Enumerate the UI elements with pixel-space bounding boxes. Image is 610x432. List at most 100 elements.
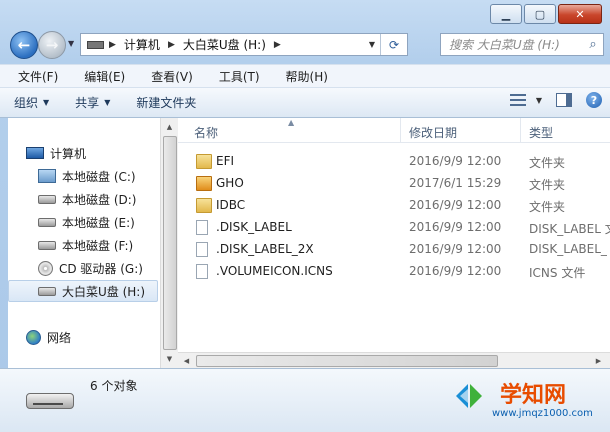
file-icon xyxy=(196,264,208,279)
file-type: ICNS 文件 xyxy=(529,266,586,280)
watermark: 学知网 www.jmqz1000.com xyxy=(454,375,604,425)
nav-network-label: 网络 xyxy=(47,330,72,345)
file-row-disk-label-2x[interactable]: .DISK_LABEL_2X 2016/9/9 12:00 DISK_LABEL… xyxy=(178,238,610,260)
chevron-right-icon[interactable]: ▶ xyxy=(106,40,119,50)
horizontal-scrollbar[interactable]: ◀ ▶ xyxy=(178,352,610,369)
nav-network[interactable]: 网络 xyxy=(26,326,71,348)
forward-button[interactable]: → xyxy=(38,31,66,59)
nav-drive-label: 本地磁盘 (C:) xyxy=(62,169,136,184)
organize-button[interactable]: 组织 ▼ xyxy=(0,94,61,111)
navigation-pane-scrollbar[interactable]: ▲ ▼ xyxy=(160,118,178,368)
nav-computer[interactable]: 计算机 xyxy=(26,142,86,164)
new-folder-button[interactable]: 新建文件夹 xyxy=(122,94,208,111)
file-date: 2016/9/9 12:00 xyxy=(409,220,502,234)
chevron-down-icon: ▼ xyxy=(535,95,542,105)
navigation-pane: 计算机 本地磁盘 (C:) 本地磁盘 (D:) 本地磁盘 (E:) 本地磁盘 (… xyxy=(8,118,160,368)
file-row-idbc[interactable]: IDBC 2016/9/9 12:00 文件夹 xyxy=(178,194,610,216)
help-icon[interactable]: ? xyxy=(586,92,602,108)
watermark-title: 学知网 xyxy=(500,382,567,408)
file-row-volumeicon[interactable]: .VOLUMEICON.ICNS 2016/9/9 12:00 ICNS 文件 xyxy=(178,260,610,282)
recent-pages-dropdown[interactable]: ▼ xyxy=(68,39,74,48)
breadcrumb-computer[interactable]: 计算机 xyxy=(119,36,165,53)
nav-drive-e[interactable]: 本地磁盘 (E:) xyxy=(38,211,135,233)
share-button[interactable]: 共享 ▼ xyxy=(61,94,122,111)
drive-icon xyxy=(38,194,56,204)
nav-drive-c[interactable]: 本地磁盘 (C:) xyxy=(38,165,136,187)
file-list: ▲ 名称 修改日期 类型 EFI 2016/9/9 12:00 文件夹 GHO … xyxy=(178,118,610,368)
system-drive-icon xyxy=(38,169,56,183)
file-type: 文件夹 xyxy=(529,156,566,170)
drive-icon xyxy=(87,40,104,49)
search-icon[interactable]: ⌕ xyxy=(583,37,603,52)
back-button[interactable]: ← xyxy=(10,31,38,59)
breadcrumb-usb-drive[interactable]: 大白菜U盘 (H:) xyxy=(178,36,271,53)
nav-drive-d[interactable]: 本地磁盘 (D:) xyxy=(38,188,136,210)
scroll-left-icon[interactable]: ◀ xyxy=(180,354,193,368)
watermark-logo-icon xyxy=(456,384,482,408)
address-bar[interactable]: ▶ 计算机 ▶ 大白菜U盘 (H:) ▶ ▼ ⟳ xyxy=(80,33,408,56)
computer-icon xyxy=(26,147,44,159)
column-type[interactable]: 类型 xyxy=(529,124,553,141)
scrollbar-thumb[interactable] xyxy=(196,355,498,367)
gho-folder-icon xyxy=(196,176,212,191)
scroll-right-icon[interactable]: ▶ xyxy=(592,354,605,368)
menu-view[interactable]: 查看(V) xyxy=(133,68,201,85)
file-name: .VOLUMEICON.ICNS xyxy=(216,264,333,278)
nav-drive-label: 大白菜U盘 (H:) xyxy=(62,284,146,299)
cd-drive-icon xyxy=(38,260,53,276)
search-box[interactable]: 搜索 大白菜U盘 (H:) ⌕ xyxy=(440,33,604,56)
preview-pane-icon[interactable] xyxy=(556,93,572,107)
file-type: 文件夹 xyxy=(529,178,566,192)
file-type: DISK_LABEL 文 xyxy=(529,222,610,236)
file-name: .DISK_LABEL xyxy=(216,220,292,234)
file-row-gho[interactable]: GHO 2017/6/1 15:29 文件夹 xyxy=(178,172,610,194)
chevron-right-icon[interactable]: ▶ xyxy=(271,40,284,50)
close-button[interactable]: ✕ xyxy=(558,4,602,24)
column-divider[interactable] xyxy=(520,118,521,142)
forward-arrow-icon: → xyxy=(45,36,59,54)
file-date: 2016/9/9 12:00 xyxy=(409,264,502,278)
column-divider[interactable] xyxy=(400,118,401,142)
back-arrow-icon: ← xyxy=(17,36,31,54)
file-type: DISK_LABEL_ xyxy=(529,242,607,256)
folder-icon xyxy=(196,198,212,213)
file-name: EFI xyxy=(216,154,235,168)
change-view-button[interactable]: ▼ xyxy=(509,94,542,106)
sort-ascending-icon: ▲ xyxy=(288,118,295,127)
column-name[interactable]: 名称 xyxy=(194,124,218,141)
nav-drive-g[interactable]: CD 驱动器 (G:) xyxy=(38,257,143,279)
caption-buttons: ▁ ▢ ✕ xyxy=(490,4,602,24)
organize-label: 组织 xyxy=(14,96,39,110)
menu-edit[interactable]: 编辑(E) xyxy=(66,68,133,85)
scrollbar-thumb[interactable] xyxy=(163,136,177,350)
file-row-efi[interactable]: EFI 2016/9/9 12:00 文件夹 xyxy=(178,150,610,172)
navigation-bar: ← → ▼ ▶ 计算机 ▶ 大白菜U盘 (H:) ▶ ▼ ⟳ 搜索 大白菜U盘 … xyxy=(8,30,604,60)
maximize-button[interactable]: ▢ xyxy=(524,4,556,24)
drive-icon xyxy=(38,240,56,250)
refresh-icon[interactable]: ⟳ xyxy=(380,34,407,55)
file-date: 2017/6/1 15:29 xyxy=(409,176,502,190)
file-icon xyxy=(196,220,208,235)
file-name: .DISK_LABEL_2X xyxy=(216,242,314,256)
chevron-down-icon: ▼ xyxy=(104,98,111,107)
minimize-button[interactable]: ▁ xyxy=(490,4,522,24)
file-date: 2016/9/9 12:00 xyxy=(409,198,502,212)
address-dropdown-icon[interactable]: ▼ xyxy=(365,34,379,55)
scroll-down-icon[interactable]: ▼ xyxy=(163,352,176,366)
network-icon xyxy=(26,329,41,345)
chevron-right-icon[interactable]: ▶ xyxy=(165,40,178,50)
menu-file[interactable]: 文件(F) xyxy=(0,68,66,85)
menu-tools[interactable]: 工具(T) xyxy=(201,68,268,85)
menu-help[interactable]: 帮助(H) xyxy=(268,68,336,85)
file-type: 文件夹 xyxy=(529,200,566,214)
nav-drive-f[interactable]: 本地磁盘 (F:) xyxy=(38,234,133,256)
scroll-up-icon[interactable]: ▲ xyxy=(163,120,176,134)
file-row-disk-label[interactable]: .DISK_LABEL 2016/9/9 12:00 DISK_LABEL 文 xyxy=(178,216,610,238)
nav-drive-h[interactable]: 大白菜U盘 (H:) xyxy=(8,280,158,302)
view-list-icon xyxy=(509,94,526,106)
column-date[interactable]: 修改日期 xyxy=(409,124,457,141)
search-input[interactable]: 搜索 大白菜U盘 (H:) xyxy=(441,36,583,53)
nav-drive-label: 本地磁盘 (D:) xyxy=(62,192,137,207)
explorer-window: ▁ ▢ ✕ ← → ▼ ▶ 计算机 ▶ 大白菜U盘 (H:) ▶ ▼ ⟳ 搜索 … xyxy=(0,0,610,432)
file-date: 2016/9/9 12:00 xyxy=(409,154,502,168)
